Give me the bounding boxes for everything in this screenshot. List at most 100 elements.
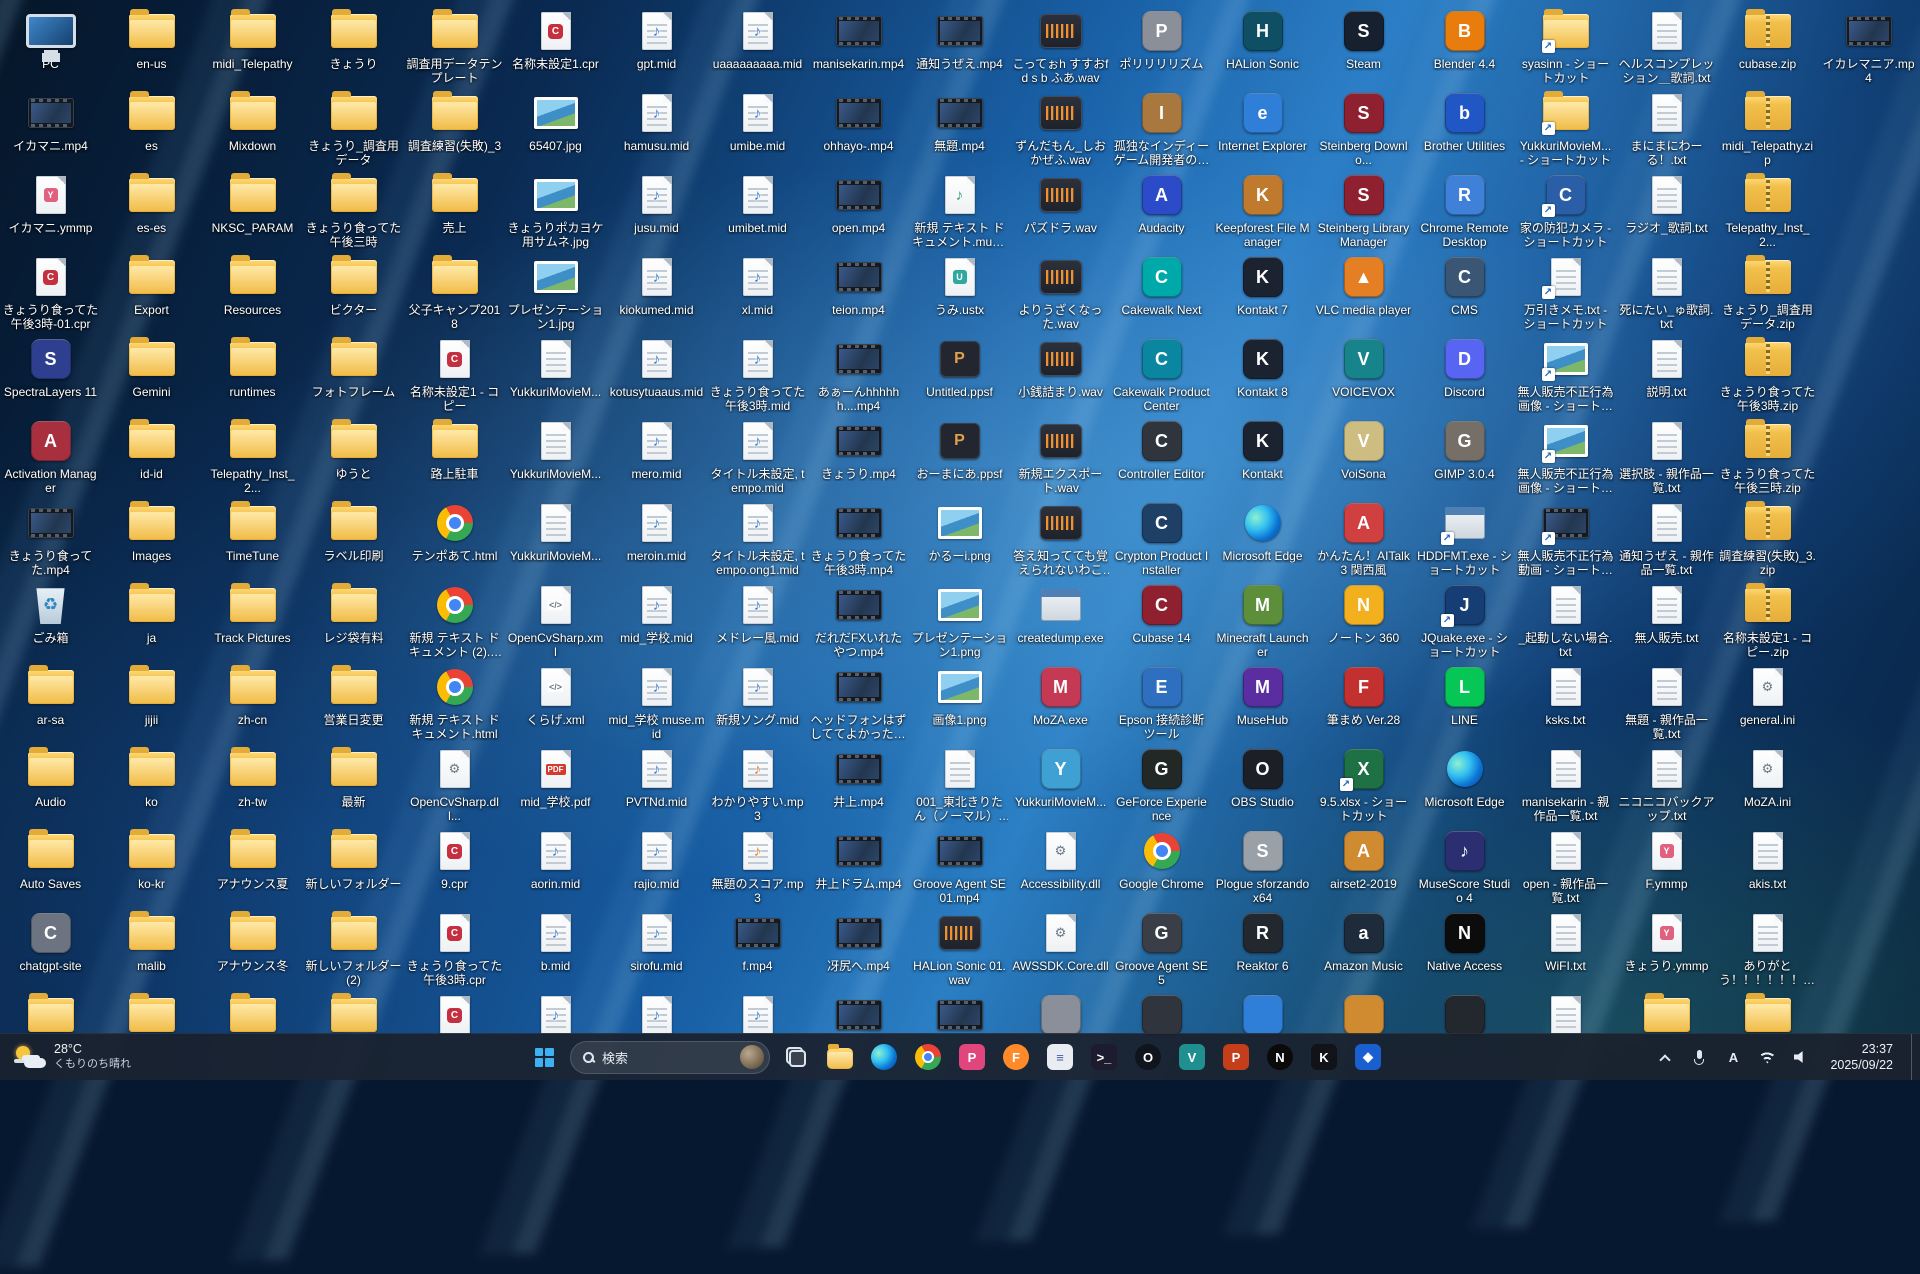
- volume-tray-button[interactable]: [1790, 1039, 1812, 1075]
- desktop-icon[interactable]: ↗ syasinn - ショートカット: [1515, 6, 1616, 88]
- desktop-icon[interactable]: ↗ プレゼンテーション1.jpg: [505, 252, 606, 334]
- desktop-icon[interactable]: ↗ あぁーんhhhhhh....mp4: [808, 334, 909, 416]
- desktop-icon[interactable]: ↗ 新規ソング.mid: [707, 662, 808, 744]
- desktop-icon[interactable]: ↗ フォトフレーム: [303, 334, 404, 416]
- desktop-icon[interactable]: V ↗ VoiSona: [1313, 416, 1414, 498]
- desktop-icon[interactable]: A ↗ Activation Manager: [0, 416, 101, 498]
- file-explorer-taskbar-button[interactable]: [820, 1037, 860, 1077]
- show-desktop-button[interactable]: [1911, 1034, 1918, 1080]
- desktop-icon[interactable]: ↗ きょうり_調査用データ.zip: [1717, 252, 1818, 334]
- desktop-icon[interactable]: ↗ Auto Saves: [0, 826, 101, 908]
- desktop-icon[interactable]: ↗ malib: [101, 908, 202, 990]
- desktop-icon[interactable]: ↗ ja: [101, 580, 202, 662]
- desktop-icon[interactable]: ↗ よりうざくなった.wav: [1010, 252, 1111, 334]
- desktop-icon[interactable]: ↗ ビクター: [303, 252, 404, 334]
- desktop-icon[interactable]: S ↗ SpectraLayers 11: [0, 334, 101, 416]
- desktop-icon[interactable]: ↗ manisekarin.mp4: [808, 6, 909, 88]
- desktop-icon[interactable]: ↗ イカレマニア.mp4: [1818, 6, 1919, 88]
- desktop-icon[interactable]: ↗ YukkuriMovieM...: [505, 416, 606, 498]
- desktop-icon[interactable]: ↗ createdump.exe: [1010, 580, 1111, 662]
- desktop-icon[interactable]: ↗ Telepathy_Inst_2...: [202, 416, 303, 498]
- desktop-icon[interactable]: ↗ ゆうと: [303, 416, 404, 498]
- desktop-icon[interactable]: ▲ ↗ VLC media player: [1313, 252, 1414, 334]
- desktop-icon[interactable]: ↗ Resources: [202, 252, 303, 334]
- desktop-icon[interactable]: ↗ 新しいフォルダー (2): [303, 908, 404, 990]
- desktop-icon[interactable]: ↗ 通知うぜえ.mp4: [909, 6, 1010, 88]
- desktop-icon[interactable]: ↗ WiFI.txt: [1515, 908, 1616, 990]
- desktop-icon[interactable]: ↗ 新規 テキスト ドキュメント.musicxml: [909, 170, 1010, 252]
- desktop-icon[interactable]: ↗ TimeTune: [202, 498, 303, 580]
- desktop-icon[interactable]: ↗ 売上: [404, 170, 505, 252]
- desktop-icon[interactable]: ↗ 最新: [303, 744, 404, 826]
- desktop-icon[interactable]: ↗ Groove Agent SE 01.mp4: [909, 826, 1010, 908]
- desktop-icon[interactable]: ↗ sirofu.mid: [606, 908, 707, 990]
- desktop-icon[interactable]: ↗ 通知うぜえ - 親作品一覧.txt: [1616, 498, 1717, 580]
- desktop-icon[interactable]: ↗ ar-sa: [0, 662, 101, 744]
- desktop-icon[interactable]: ↗ ごみ箱: [0, 580, 101, 662]
- desktop-icon[interactable]: ↗ 無題 - 親作品一覧.txt: [1616, 662, 1717, 744]
- desktop-icon[interactable]: ↗ teion.mp4: [808, 252, 909, 334]
- desktop-icon[interactable]: ↗ open.mp4: [808, 170, 909, 252]
- desktop-icon[interactable]: ↗ 答え知ってても覚えられないわこれ.wav: [1010, 498, 1111, 580]
- desktop-icon[interactable]: ↗ きょうりポカヨケ用サムネ.jpg: [505, 170, 606, 252]
- desktop-icon[interactable]: X ↗ 9.5.xlsx - ショートカット: [1313, 744, 1414, 826]
- desktop-icon[interactable]: ↗ YukkuriMovieM... - ショートカット: [1515, 88, 1616, 170]
- google-chrome-taskbar-button[interactable]: [908, 1037, 948, 1077]
- desktop-icon[interactable]: ♪ ↗ MuseScore Studio 4: [1414, 826, 1515, 908]
- desktop-icon[interactable]: ↗ midi_Telepathy.zip: [1717, 88, 1818, 170]
- desktop-icon[interactable]: ↗ b.mid: [505, 908, 606, 990]
- desktop-icon[interactable]: M ↗ MoZA.exe: [1010, 662, 1111, 744]
- desktop-icon[interactable]: ↗ きょうり食ってた午後三時: [303, 170, 404, 252]
- desktop-icon[interactable]: A ↗ Audacity: [1111, 170, 1212, 252]
- desktop-icon[interactable]: H ↗ HALion Sonic: [1212, 6, 1313, 88]
- desktop-icon[interactable]: ↗ きょうり食ってた午後3時.mp4: [808, 498, 909, 580]
- desktop-icon[interactable]: ↗ 無人販売.txt: [1616, 580, 1717, 662]
- desktop-icon[interactable]: ↗ manisekarin - 親作品一覧.txt: [1515, 744, 1616, 826]
- desktop-icon[interactable]: A ↗ かんたん！AITalk 3 関西風: [1313, 498, 1414, 580]
- desktop-icon[interactable]: ↗ きょうり食ってた午後3時.zip: [1717, 334, 1818, 416]
- desktop-icon[interactable]: ↗ PC: [0, 6, 101, 88]
- desktop-icon[interactable]: ↗ en-us: [101, 6, 202, 88]
- desktop-icon[interactable]: ↗ プレゼンテーション1.png: [909, 580, 1010, 662]
- desktop-icon[interactable]: F ↗ 筆まめ Ver.28: [1313, 662, 1414, 744]
- desktop-icon[interactable]: ↗ kotusytuaaus.mid: [606, 334, 707, 416]
- desktop-icon[interactable]: ↗ umibet.mid: [707, 170, 808, 252]
- desktop-icon[interactable]: ↗ タイトル未設定, tempo.mid: [707, 416, 808, 498]
- desktop-icon[interactable]: N ↗ Native Access: [1414, 908, 1515, 990]
- desktop-icon[interactable]: ↗ きょうり.mp4: [808, 416, 909, 498]
- desktop-icon[interactable]: ↗ hamusu.mid: [606, 88, 707, 170]
- desktop-icon[interactable]: ↗ タイトル未設定, tempo.ong1.mid: [707, 498, 808, 580]
- desktop-icon[interactable]: ↗ gpt.mid: [606, 6, 707, 88]
- desktop-icon[interactable]: ↗ 冴尻へ.mp4: [808, 908, 909, 990]
- desktop-icon[interactable]: ↗ イカマニ.mp4: [0, 88, 101, 170]
- desktop-icon[interactable]: e ↗ Internet Explorer: [1212, 88, 1313, 170]
- desktop-icon[interactable]: E ↗ Epson 接続診断ツール: [1111, 662, 1212, 744]
- notepad-taskbar-button[interactable]: ≡: [1040, 1037, 1080, 1077]
- desktop-icon[interactable]: V ↗ VOICEVOX: [1313, 334, 1414, 416]
- desktop-icon[interactable]: ↗ YukkuriMovieM...: [505, 334, 606, 416]
- desktop-icon[interactable]: ↗ open - 親作品一覧.txt: [1515, 826, 1616, 908]
- desktop-icon[interactable]: ↗ aorin.mid: [505, 826, 606, 908]
- weather-widget[interactable]: 28°C くもりのち晴れ: [6, 1038, 141, 1075]
- desktop-icon[interactable]: ↗ イカマニ.ymmp: [0, 170, 101, 252]
- desktop-icon[interactable]: ↗ YukkuriMovieM...: [505, 498, 606, 580]
- desktop-icon[interactable]: C ↗ Crypton Product Installer: [1111, 498, 1212, 580]
- desktop-icon[interactable]: ↗ meroin.mid: [606, 498, 707, 580]
- desktop-icon[interactable]: ↗ Google Chrome: [1111, 826, 1212, 908]
- desktop-icon[interactable]: ↗ 画像1.png: [909, 662, 1010, 744]
- desktop-icon[interactable]: R ↗ Reaktor 6: [1212, 908, 1313, 990]
- firefox-taskbar-button[interactable]: F: [996, 1037, 1036, 1077]
- desktop-icon[interactable]: ↗ AWSSDK.Core.dll: [1010, 908, 1111, 990]
- desktop-icon[interactable]: ↗ Export: [101, 252, 202, 334]
- desktop-icon[interactable]: ↗ 父子キャンプ2018: [404, 252, 505, 334]
- desktop-icon[interactable]: ↗ HDDFMT.exe - ショートカット: [1414, 498, 1515, 580]
- desktop-icon[interactable]: ↗ 無題のスコア.mp3: [707, 826, 808, 908]
- desktop-icon[interactable]: ↗ ksks.txt: [1515, 662, 1616, 744]
- desktop-icon[interactable]: S ↗ Plogue sforzando x64: [1212, 826, 1313, 908]
- desktop-icon[interactable]: ↗ 新規 テキスト ドキュメント.html: [404, 662, 505, 744]
- desktop-icon[interactable]: C ↗ Cubase 14: [1111, 580, 1212, 662]
- start-button[interactable]: [524, 1037, 564, 1077]
- desktop-icon[interactable]: ↗ Mixdown: [202, 88, 303, 170]
- desktop-icon[interactable]: ↗ jusu.mid: [606, 170, 707, 252]
- desktop-icon[interactable]: ↗ こってぉh すすおf d s b ふあ.wav: [1010, 6, 1111, 88]
